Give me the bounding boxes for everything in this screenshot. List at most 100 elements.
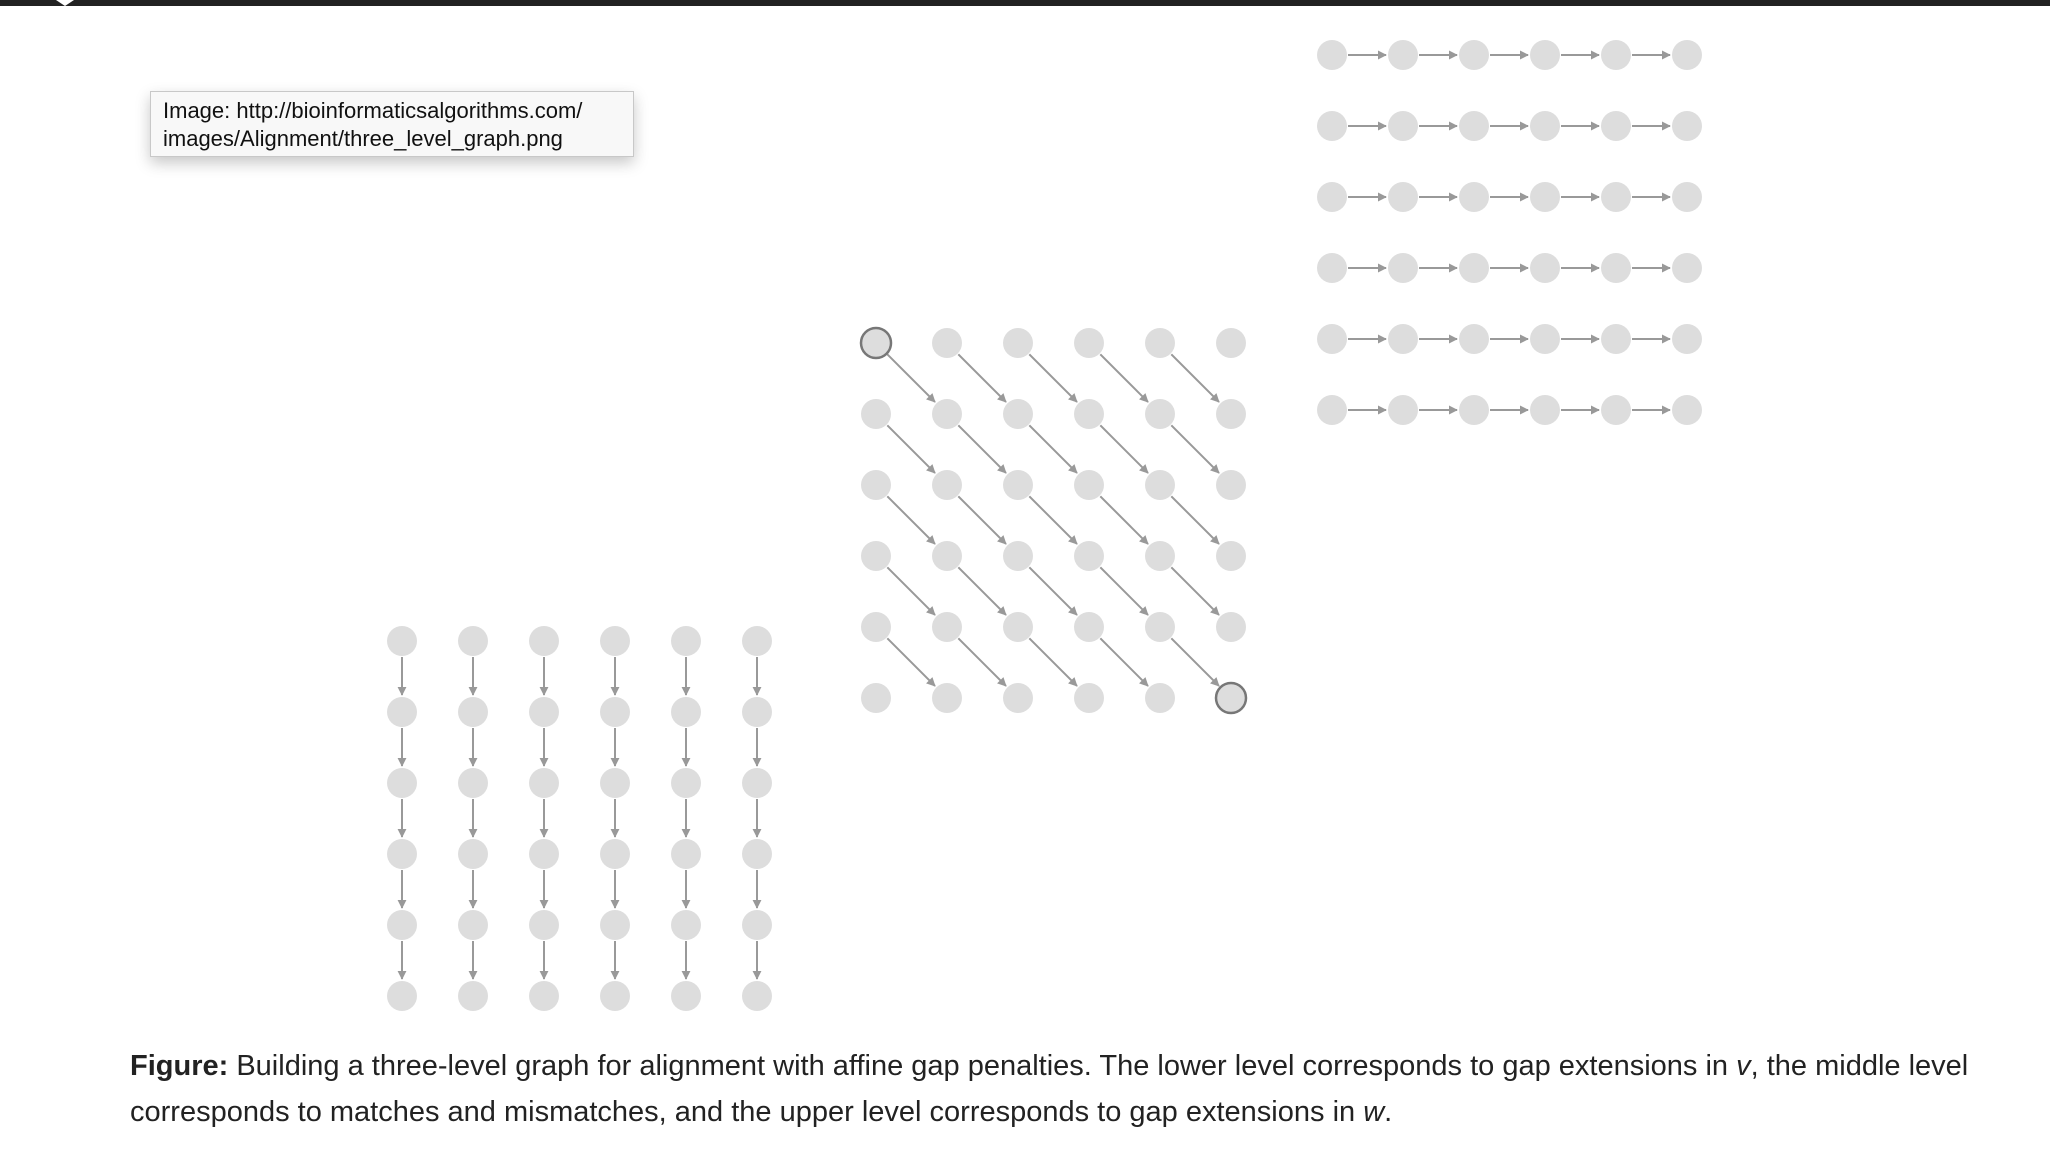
- middle-node: [932, 612, 962, 642]
- lower-node: [529, 981, 559, 1011]
- middle-diagonal-edge: [957, 495, 1007, 545]
- middle-diagonal-edge: [1028, 495, 1078, 545]
- upper-node: [1317, 111, 1347, 141]
- upper-node: [1601, 324, 1631, 354]
- upper-node: [1530, 111, 1560, 141]
- lower-node: [600, 910, 630, 940]
- upper-node: [1459, 182, 1489, 212]
- upper-level-graph: [1317, 40, 1702, 425]
- middle-diagonal-edge: [1099, 566, 1149, 616]
- middle-diagonal-edge: [886, 637, 936, 687]
- upper-node: [1672, 395, 1702, 425]
- middle-node: [932, 470, 962, 500]
- upper-node: [1672, 111, 1702, 141]
- upper-node: [1459, 324, 1489, 354]
- lower-node: [458, 981, 488, 1011]
- middle-diagonal-edge: [1099, 637, 1149, 687]
- lower-level-graph: [387, 626, 772, 1011]
- middle-level-graph: [859, 326, 1248, 715]
- middle-diagonal-edge: [1028, 353, 1078, 403]
- lower-node: [387, 626, 417, 656]
- caption-text-1: Building a three-level graph for alignme…: [228, 1050, 1737, 1082]
- upper-node: [1388, 182, 1418, 212]
- upper-node: [1459, 253, 1489, 283]
- middle-diagonal-edge: [957, 566, 1007, 616]
- middle-diagonal-edge: [957, 353, 1007, 403]
- lower-node: [742, 910, 772, 940]
- caption-var-w: w: [1363, 1096, 1385, 1128]
- upper-node: [1672, 253, 1702, 283]
- middle-node: [861, 683, 891, 713]
- upper-node: [1530, 395, 1560, 425]
- image-url-tooltip: Image: http://bioinformaticsalgorithms.c…: [150, 91, 634, 157]
- middle-node: [1003, 399, 1033, 429]
- middle-node: [1145, 399, 1175, 429]
- middle-node: [1003, 612, 1033, 642]
- lower-node: [387, 768, 417, 798]
- middle-node: [1074, 612, 1104, 642]
- middle-diagonal-edge: [1099, 353, 1149, 403]
- upper-node: [1388, 324, 1418, 354]
- upper-node: [1459, 395, 1489, 425]
- lower-node: [671, 839, 701, 869]
- upper-node: [1672, 40, 1702, 70]
- middle-node: [1074, 683, 1104, 713]
- upper-node: [1459, 40, 1489, 70]
- middle-node: [1216, 399, 1246, 429]
- lower-node: [529, 768, 559, 798]
- upper-node: [1530, 324, 1560, 354]
- lower-node: [600, 626, 630, 656]
- upper-node: [1530, 253, 1560, 283]
- middle-node: [1216, 541, 1246, 571]
- upper-node: [1601, 40, 1631, 70]
- lower-node: [742, 839, 772, 869]
- lower-node: [742, 768, 772, 798]
- source-node: [859, 326, 893, 360]
- lower-node: [387, 839, 417, 869]
- lower-node: [600, 768, 630, 798]
- upper-node: [1601, 253, 1631, 283]
- middle-node: [1216, 470, 1246, 500]
- middle-node: [1003, 683, 1033, 713]
- middle-node: [932, 328, 962, 358]
- middle-node: [932, 541, 962, 571]
- caption-text-3: .: [1384, 1096, 1393, 1128]
- lower-node: [458, 768, 488, 798]
- lower-node: [742, 626, 772, 656]
- lower-node: [458, 839, 488, 869]
- upper-node: [1388, 395, 1418, 425]
- middle-diagonal-edge: [957, 637, 1007, 687]
- middle-node: [1003, 328, 1033, 358]
- upper-node: [1459, 111, 1489, 141]
- middle-node: [1145, 328, 1175, 358]
- lower-node: [671, 626, 701, 656]
- tooltip-line-2: images/Alignment/three_level_graph.png: [163, 126, 563, 151]
- lower-node: [387, 910, 417, 940]
- upper-node: [1672, 182, 1702, 212]
- lower-node: [671, 910, 701, 940]
- middle-node: [1003, 541, 1033, 571]
- middle-diagonal-edge: [1028, 566, 1078, 616]
- upper-node: [1388, 111, 1418, 141]
- middle-node: [1216, 612, 1246, 642]
- lower-node: [387, 697, 417, 727]
- middle-diagonal-edge: [1099, 495, 1149, 545]
- middle-diagonal-edge: [1028, 637, 1078, 687]
- middle-diagonal-edge: [957, 424, 1007, 474]
- upper-node: [1388, 40, 1418, 70]
- lower-node: [529, 910, 559, 940]
- lower-node: [458, 910, 488, 940]
- middle-node: [932, 399, 962, 429]
- upper-node: [1388, 253, 1418, 283]
- lower-node: [529, 697, 559, 727]
- middle-diagonal-edge: [1170, 353, 1220, 403]
- caption-label: Figure:: [130, 1050, 229, 1082]
- upper-node: [1530, 40, 1560, 70]
- upper-node: [1317, 253, 1347, 283]
- middle-node: [932, 683, 962, 713]
- lower-node: [671, 768, 701, 798]
- lower-node: [387, 981, 417, 1011]
- middle-diagonal-edge: [1170, 424, 1220, 474]
- middle-node: [1145, 612, 1175, 642]
- middle-node: [1074, 541, 1104, 571]
